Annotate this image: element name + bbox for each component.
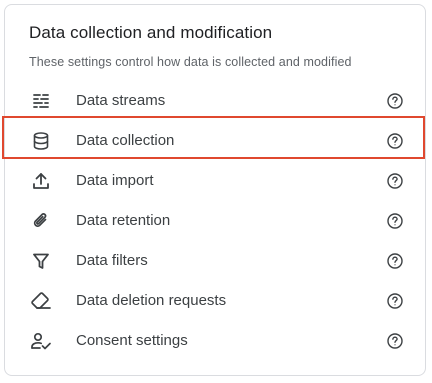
database-icon <box>29 129 53 153</box>
settings-item-label: Data streams <box>76 92 166 109</box>
eraser-icon <box>29 289 53 313</box>
data-streams-icon <box>29 89 53 113</box>
settings-item-data-import[interactable]: Data import <box>5 161 425 201</box>
settings-card: Data collection and modification These s… <box>4 4 426 376</box>
filter-icon <box>29 249 53 273</box>
settings-item-data-filters[interactable]: Data filters <box>5 241 425 281</box>
card-title: Data collection and modification <box>29 23 273 42</box>
settings-item-data-deletion-requests[interactable]: Data deletion requests <box>5 281 425 321</box>
attachment-icon <box>29 209 53 233</box>
help-circle-icon[interactable] <box>385 91 405 111</box>
consent-user-check-icon <box>29 329 53 353</box>
upload-icon <box>29 169 53 193</box>
settings-item-label: Data import <box>76 172 154 189</box>
help-circle-icon[interactable] <box>385 251 405 271</box>
help-circle-icon[interactable] <box>385 131 405 151</box>
settings-item-data-collection[interactable]: Data collection <box>5 121 425 161</box>
settings-item-label: Data filters <box>76 252 148 269</box>
settings-item-label: Data deletion requests <box>76 292 227 309</box>
help-circle-icon[interactable] <box>385 211 405 231</box>
settings-item-label: Consent settings <box>76 332 188 349</box>
settings-item-data-retention[interactable]: Data retention <box>5 201 425 241</box>
card-subtitle: These settings control how data is colle… <box>29 55 352 69</box>
settings-item-label: Data collection <box>76 132 175 149</box>
settings-item-data-streams[interactable]: Data streams <box>5 81 425 121</box>
help-circle-icon[interactable] <box>385 291 405 311</box>
help-circle-icon[interactable] <box>385 171 405 191</box>
settings-item-label: Data retention <box>76 212 171 229</box>
help-circle-icon[interactable] <box>385 331 405 351</box>
settings-item-consent-settings[interactable]: Consent settings <box>5 321 425 361</box>
